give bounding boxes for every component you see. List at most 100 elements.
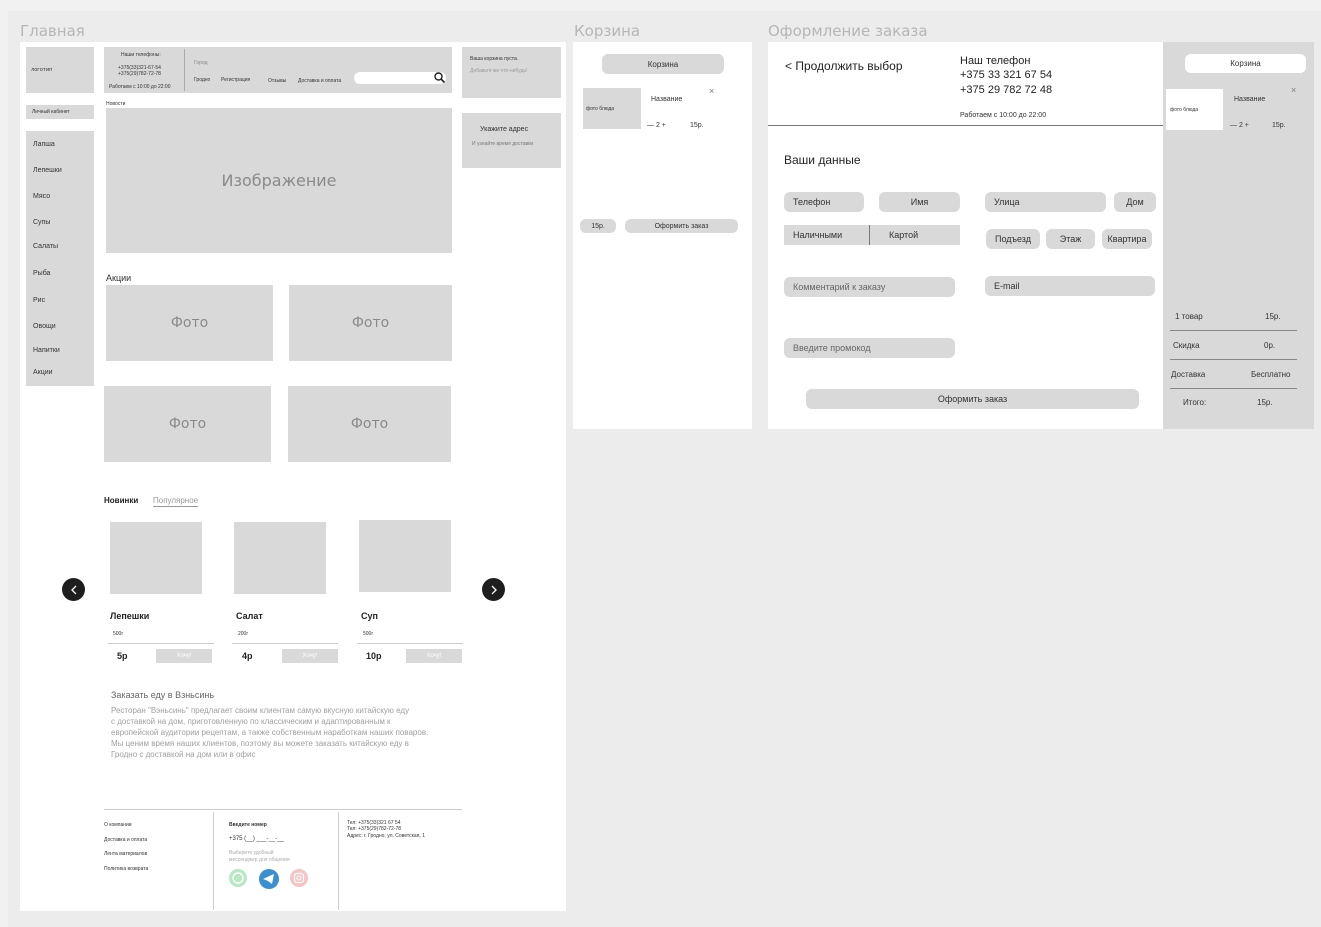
menu-item-rice[interactable]: Рис — [33, 297, 45, 304]
cart-checkout-button[interactable]: Оформить заказ — [625, 219, 738, 233]
instagram-icon[interactable] — [289, 868, 309, 888]
about-title: Заказать еду в Взньсинь — [111, 690, 215, 700]
want-button-soup[interactable]: Хочу! — [406, 649, 462, 663]
footer-phone-title: Введите номер — [229, 822, 267, 828]
footer-messenger-line1: Выберите удобный — [229, 850, 274, 856]
promo-code-field[interactable]: Введите промокод — [784, 338, 955, 358]
tab-popular[interactable]: Популярное — [153, 496, 199, 507]
want-button-salad[interactable]: Хочу! — [282, 649, 338, 663]
payment-cash-option[interactable]: Наличными — [793, 230, 842, 240]
house-field[interactable]: Дом — [1114, 192, 1156, 212]
header-phone-2[interactable]: +375(29)782-72-78 — [118, 71, 161, 77]
cart-item-qty-stepper[interactable]: — 2 + — [647, 122, 666, 129]
summary-delivery-value: Бесплатно — [1251, 370, 1291, 379]
cart-empty-text: Ваша корзина пуста. — [470, 56, 519, 62]
summary-divider — [1170, 388, 1297, 389]
carousel-next-button[interactable] — [482, 578, 505, 601]
continue-shopping-link[interactable]: < Продолжить выбор — [785, 59, 903, 73]
promo-photo-2[interactable]: Фото — [289, 285, 452, 361]
apartment-field[interactable]: Квартира — [1102, 229, 1152, 249]
city-label: Город — [194, 60, 208, 66]
cart-header: Корзина — [602, 54, 724, 74]
cart-item-price: 15р. — [690, 122, 704, 129]
whatsapp-icon[interactable] — [228, 868, 248, 888]
summary-divider — [1170, 359, 1297, 360]
promo-photo-1[interactable]: Фото — [106, 285, 273, 361]
logo[interactable]: логотип — [26, 47, 94, 93]
address-title: Укажите адрес — [480, 126, 529, 133]
footer-link-returns[interactable]: Политика возврата — [104, 866, 148, 872]
frame-title-home: Главная — [20, 22, 85, 40]
account-button[interactable]: Личный кабинет — [26, 105, 94, 119]
city-select[interactable]: Гродно — [194, 77, 210, 83]
tab-new[interactable]: Новинки — [104, 496, 138, 505]
payment-toggle-divider — [869, 225, 870, 245]
search-icon[interactable] — [434, 72, 445, 83]
submit-order-button[interactable]: Оформить заказ — [806, 389, 1139, 409]
search-input[interactable] — [354, 72, 446, 84]
street-field[interactable]: Улица — [985, 192, 1106, 212]
news-label: Новости — [106, 101, 126, 107]
cart-item-name: Название — [651, 96, 683, 103]
nav-reviews[interactable]: Отзывы — [268, 78, 286, 84]
name-field[interactable]: Имя — [879, 192, 960, 212]
checkout-phone-2[interactable]: +375 29 782 72 48 — [960, 84, 1052, 96]
menu-item-promos[interactable]: Акции — [33, 369, 53, 376]
payment-card-option[interactable]: Картой — [889, 230, 918, 240]
product-divider — [357, 643, 463, 644]
product-name-flatbreads[interactable]: Лепешки — [110, 611, 149, 621]
product-name-soup[interactable]: Суп — [361, 611, 378, 621]
frame-title-cart: Корзина — [574, 22, 641, 40]
product-photo-salad[interactable] — [234, 522, 326, 594]
carousel-prev-button[interactable] — [62, 578, 85, 601]
checkout-phone-title: Наш телефон — [960, 55, 1031, 67]
side-cart-remove-icon[interactable]: × — [1291, 85, 1296, 95]
product-photo-flatbreads[interactable] — [110, 522, 202, 594]
footer-phone-input[interactable]: +375 (__) ___-__-__ — [229, 836, 284, 842]
menu-item-noodles[interactable]: Лапша — [33, 141, 55, 148]
product-name-salad[interactable]: Салат — [236, 611, 263, 621]
promo-photo-4[interactable]: Фото — [288, 386, 451, 462]
promo-photo-3[interactable]: Фото — [104, 386, 271, 462]
nav-register[interactable]: Регистрация — [221, 77, 250, 83]
about-line: Мы ценим время наших клиентов, поэтому в… — [111, 739, 409, 748]
menu-item-fish[interactable]: Рыба — [33, 270, 50, 277]
telegram-icon[interactable] — [258, 868, 280, 890]
nav-delivery[interactable]: Доставка и оплата — [298, 78, 341, 84]
side-cart-header: Корзина — [1185, 54, 1306, 73]
want-button-flatbreads[interactable]: Хочу! — [156, 649, 212, 663]
product-price-soup: 10р — [366, 651, 382, 661]
footer-link-feed[interactable]: Лента материалов — [104, 851, 147, 857]
frame-title-checkout: Оформление заказа — [768, 22, 928, 40]
menu-item-salads[interactable]: Салаты — [33, 243, 58, 250]
footer-divider — [104, 809, 462, 810]
footer-messenger-line2: мессенджер для общения — [229, 857, 290, 863]
side-cart-qty-stepper[interactable]: — 2 + — [1230, 122, 1249, 129]
footer-link-about[interactable]: О компании — [104, 822, 132, 828]
side-cart-item-price: 15р. — [1272, 122, 1286, 129]
entrance-field[interactable]: Подъезд — [986, 229, 1040, 249]
about-text: Ресторан "Вэньсинь" предлагает своим кли… — [111, 705, 428, 760]
news-banner-image[interactable]: Изображение — [106, 108, 452, 253]
phone-field[interactable]: Телефон — [784, 192, 864, 212]
menu-item-drinks[interactable]: Напитки — [33, 347, 60, 354]
comment-field[interactable]: Комментарий к заказу — [784, 277, 955, 297]
chevron-left-icon — [70, 585, 76, 594]
about-line: Ресторан "Вэньсинь" предлагает своим кли… — [111, 706, 410, 715]
menu-item-soups[interactable]: Супы — [33, 219, 50, 226]
menu-item-vegetables[interactable]: Овощи — [33, 323, 56, 330]
about-line: с доставкой на дом, приготовленную по кл… — [111, 717, 391, 726]
product-photo-soup[interactable] — [359, 520, 451, 592]
address-subtitle: И узнайте время доставки — [472, 141, 534, 147]
product-divider — [108, 643, 214, 644]
cart-item-remove-icon[interactable]: × — [709, 86, 714, 96]
summary-delivery-label: Доставка — [1171, 370, 1206, 379]
footer-link-delivery[interactable]: Доставка и оплата — [104, 837, 147, 843]
checkout-phone-1[interactable]: +375 33 321 67 54 — [960, 69, 1052, 81]
email-field[interactable]: E-mail — [985, 276, 1155, 296]
floor-field[interactable]: Этаж — [1046, 229, 1095, 249]
promos-label: Акции — [106, 273, 132, 283]
menu-item-flatbreads[interactable]: Лепешки — [33, 167, 62, 174]
summary-discount-value: 0р. — [1264, 341, 1276, 350]
menu-item-meat[interactable]: Мясо — [33, 193, 50, 200]
